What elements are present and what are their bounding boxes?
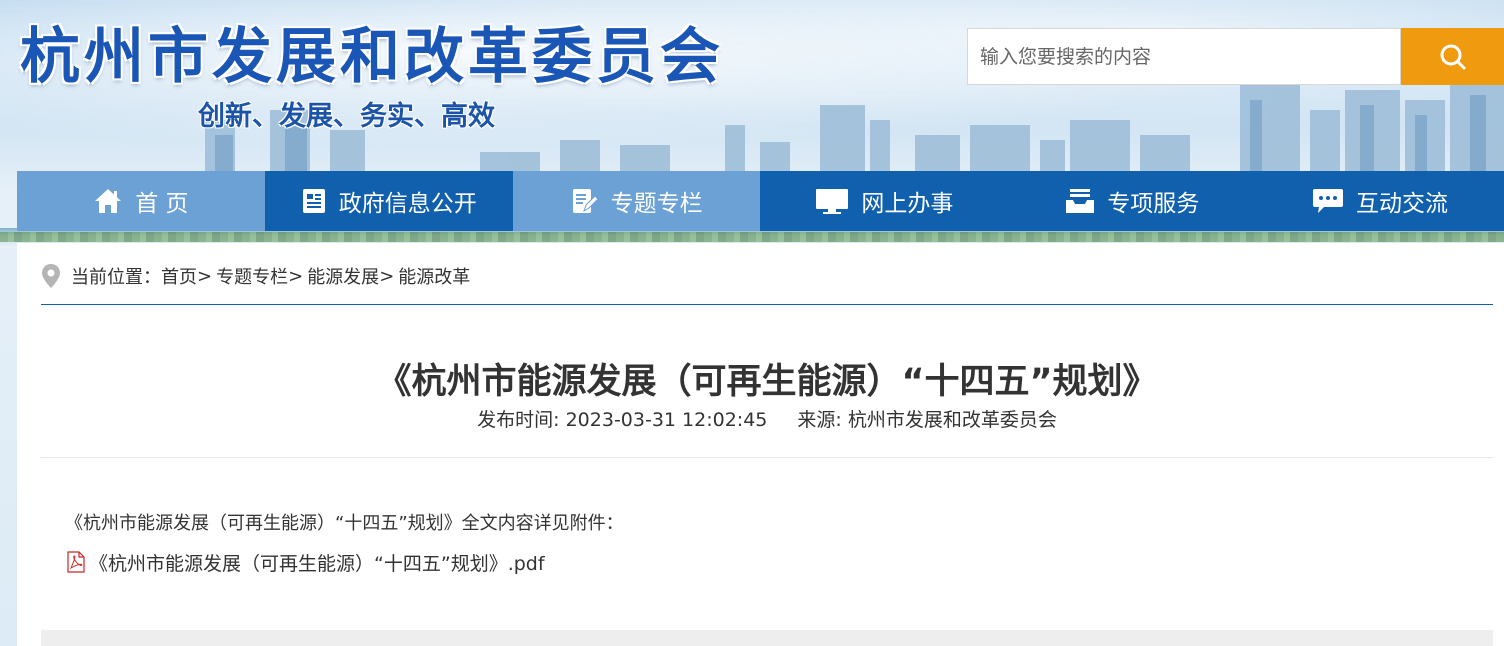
nav-item-label: 网上办事 (861, 191, 954, 217)
riverbank-trees (0, 232, 1504, 242)
chat-bubble-icon (1312, 187, 1344, 215)
home-icon (93, 187, 123, 215)
inbox-tray-icon (1065, 187, 1095, 215)
breadcrumb-divider (41, 304, 1493, 305)
nav-item-label: 专题专栏 (610, 191, 703, 217)
article-intro: 《杭州市能源发展（可再生能源）“十四五”规划》全文内容详见附件： (65, 513, 624, 534)
monitor-icon (815, 187, 849, 215)
breadcrumb-link-home[interactable]: 首页 (161, 263, 197, 289)
article-source: 来源: 杭州市发展和改革委员会 (797, 409, 1057, 431)
breadcrumb-prefix: 当前位置： (71, 267, 161, 288)
breadcrumb: 当前位置： 首页 > 专题专栏 > 能源发展 > 能源改革 (41, 261, 470, 291)
nav-item-interaction[interactable]: 互动交流 (1256, 171, 1504, 231)
breadcrumb-link-energy-reform[interactable]: 能源改革 (398, 263, 470, 289)
content-panel: 当前位置： 首页 > 专题专栏 > 能源发展 > 能源改革 《杭州市能源发展（可… (17, 243, 1504, 646)
breadcrumb-separator: > (379, 265, 395, 287)
site-slogan: 创新、发展、务实、高效 (198, 101, 495, 132)
nav-item-home[interactable]: 首 页 (17, 171, 265, 231)
attachment-filename: 《杭州市能源发展（可再生能源）“十四五”规划》.pdf (89, 552, 545, 575)
document-icon (301, 187, 327, 215)
nav-item-label: 政府信息公开 (338, 191, 477, 217)
meta-divider (41, 457, 1493, 458)
nav-item-special-services[interactable]: 专项服务 (1008, 171, 1257, 231)
nav-item-label: 专项服务 (1107, 191, 1200, 217)
article-meta: 发布时间: 2023-03-31 12:02:45 来源: 杭州市发展和改革委员会 (41, 405, 1493, 432)
pdf-file-icon (65, 551, 87, 573)
nav-item-label: 首 页 (135, 191, 189, 217)
article-title: 《杭州市能源发展（可再生能源）“十四五”规划》 (376, 362, 1158, 402)
search-button[interactable] (1401, 28, 1504, 85)
header-banner: 杭州市发展和改革委员会 创新、发展、务实、高效 首 页 (0, 0, 1504, 646)
attachment-link[interactable]: 《杭州市能源发展（可再生能源）“十四五”规划》.pdf (65, 549, 545, 575)
nav-item-online-services[interactable]: 网上办事 (760, 171, 1009, 231)
footer-strip (41, 630, 1493, 646)
search-input[interactable] (967, 28, 1401, 85)
edit-note-icon (571, 187, 599, 215)
nav-item-label: 互动交流 (1356, 191, 1449, 217)
nav-item-gov-info[interactable]: 政府信息公开 (264, 171, 513, 231)
search-icon (1440, 44, 1465, 69)
site-title[interactable]: 杭州市发展和改革委员会 (20, 8, 724, 95)
nav-item-special-topics[interactable]: 专题专栏 (512, 171, 761, 231)
breadcrumb-link-special-topics[interactable]: 专题专栏 (216, 263, 288, 289)
publish-time: 发布时间: 2023-03-31 12:02:45 (477, 409, 768, 431)
location-pin-icon (41, 263, 61, 289)
breadcrumb-separator: > (197, 265, 213, 287)
main-nav: 首 页 政府信息公开 专题专栏 网上办事 专项服务 互动交流 (17, 171, 1504, 231)
breadcrumb-separator: > (288, 265, 304, 287)
breadcrumb-link-energy-development[interactable]: 能源发展 (307, 263, 379, 289)
